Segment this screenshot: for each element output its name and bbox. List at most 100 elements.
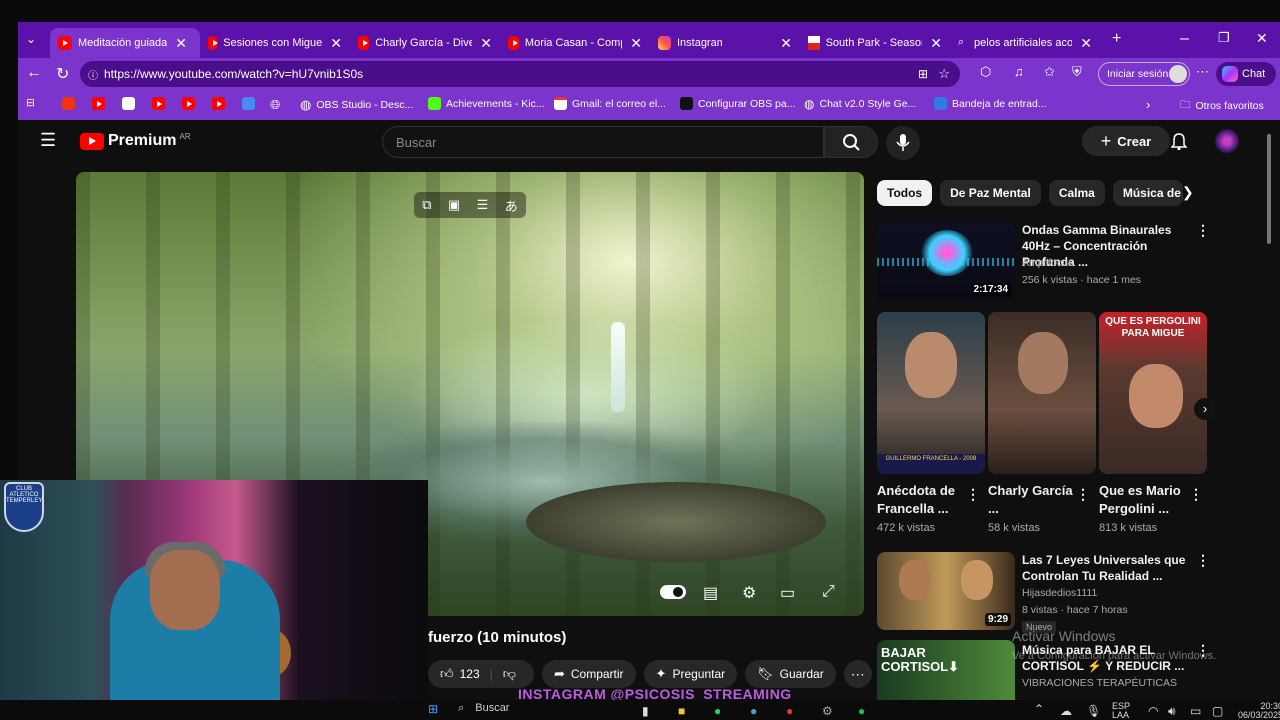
more-vert-icon[interactable]: ⋮ (1196, 552, 1210, 569)
bookmark-google[interactable] (122, 97, 140, 110)
related-channel[interactable]: VIBRACIONES TERAPÉUTICAS (1022, 675, 1177, 691)
settings-icon[interactable]: ⚙ (822, 704, 833, 718)
voice-search-button[interactable] (886, 126, 920, 160)
apps-icon[interactable]: ⊞ (918, 67, 928, 81)
close-icon[interactable]: ✕ (780, 35, 792, 52)
tab-3[interactable]: Moria Casan - Compilado ✕ (500, 28, 650, 58)
related-thumbnail[interactable]: 2:17:34 (877, 222, 1015, 300)
close-window-icon[interactable]: ✕ (1256, 30, 1268, 47)
tab-menu-icon[interactable]: ⌄ (26, 32, 36, 46)
edge-icon[interactable]: ● (750, 704, 757, 718)
bookmark-obs[interactable]: ◍ OBS Studio - Desc... (300, 97, 413, 113)
settings-icon[interactable]: ⚙ (742, 583, 756, 603)
chip-musica[interactable]: Música de r (1112, 180, 1183, 206)
subtitles-icon[interactable]: ▤ (703, 583, 718, 603)
music-icon[interactable]: ♫ (1014, 64, 1024, 79)
related-thumbnail[interactable]: BAJAR CORTISOL⬇ (877, 640, 1015, 700)
extensions-icon[interactable]: ⬡ (980, 64, 991, 80)
close-icon[interactable]: ✕ (930, 35, 942, 52)
related-thumbnail[interactable]: 9:29 (877, 552, 1015, 630)
short-title[interactable]: Que es Mario Pergolini ... (1099, 482, 1191, 518)
site-info-icon[interactable]: ⓘ (88, 67, 98, 82)
related-channel[interactable]: Hijasdedios1111 (1022, 585, 1097, 601)
short-thumbnail[interactable]: GUILLERMO FRANCELLA - 2008 (877, 312, 985, 474)
search-button[interactable] (824, 126, 878, 158)
chevron-right-icon[interactable]: › (1146, 97, 1150, 112)
volume-icon[interactable]: 🔊︎ (1168, 704, 1176, 719)
mic-tray-icon[interactable]: 🎙︎ (1086, 704, 1101, 718)
chat-bubble-icon[interactable]: ▢ (1212, 704, 1223, 718)
autoplay-toggle[interactable] (660, 585, 686, 599)
clock[interactable]: 20:30 06/03/2025 (1238, 702, 1280, 720)
tab-5[interactable]: South Park - Season 13 ✕ (800, 28, 950, 58)
share-button[interactable]: ➦ Compartir (541, 660, 636, 688)
bookmark-youtube[interactable] (212, 97, 230, 110)
shorts-next-button[interactable]: › (1194, 398, 1216, 420)
like-button[interactable]: 👍︎ 123 | 👎︎ (428, 660, 534, 688)
task-view-icon[interactable]: ▮ (642, 704, 649, 718)
menu-icon[interactable]: ☰ (40, 130, 56, 151)
reload-icon[interactable]: ↻ (56, 64, 69, 84)
save-button[interactable]: 🔖︎ Guardar (745, 660, 836, 688)
back-icon[interactable]: ← (26, 64, 42, 82)
close-icon[interactable]: ✕ (630, 35, 642, 52)
more-icon[interactable]: ⋯ (1196, 64, 1209, 80)
whatsapp-icon[interactable]: ● (714, 704, 721, 718)
onedrive-icon[interactable]: ☁ (1060, 704, 1072, 718)
chip-all[interactable]: Todos (877, 180, 933, 206)
bookmark-youtube[interactable] (182, 97, 200, 110)
more-vert-icon[interactable]: ⋮ (1076, 486, 1090, 503)
search-input[interactable]: Buscar (382, 126, 824, 158)
short-thumbnail[interactable] (988, 312, 1096, 474)
thumbs-down-icon[interactable]: 👎︎ (503, 666, 516, 682)
wifi-icon[interactable]: ◠ (1148, 704, 1158, 718)
scrollbar-thumb[interactable] (1267, 134, 1271, 244)
maximize-icon[interactable]: ❐ (1218, 30, 1230, 46)
more-vert-icon[interactable]: ⋮ (1196, 222, 1210, 239)
chip-paz-mental[interactable]: De Paz Mental (940, 180, 1041, 206)
close-icon[interactable]: ✕ (330, 35, 342, 52)
bookmark-youtube[interactable] (152, 97, 170, 110)
tab-1[interactable]: Sesiones con Migue Granados ✕ (200, 28, 350, 58)
other-favorites[interactable]: 🗀︎ Otros favoritos (1180, 97, 1264, 115)
theater-icon[interactable]: ▭ (780, 583, 795, 603)
avatar[interactable] (1215, 129, 1239, 153)
chip-calma[interactable]: Calma (1048, 180, 1105, 206)
taskbar-search[interactable]: ⌕ Buscar (458, 702, 509, 715)
bell-icon[interactable] (1171, 132, 1187, 150)
notes-icon[interactable]: ☰ (477, 197, 489, 213)
chevron-up-icon[interactable]: ⌃ (1034, 702, 1044, 716)
tab-4[interactable]: Instagram ✕ (650, 28, 800, 58)
chat-button[interactable]: Chat (1216, 62, 1276, 86)
chevron-right-icon[interactable]: ❯ (1182, 184, 1194, 201)
tab-2[interactable]: Charly García - Divertido ✕ (350, 28, 500, 58)
close-icon[interactable]: ✕ (1080, 35, 1092, 52)
tab-0[interactable]: Meditación guiada ✕ (50, 28, 200, 58)
new-tab-button[interactable]: + (1112, 30, 1121, 48)
bookmark-kick[interactable]: Achievements - Kic... (428, 97, 545, 110)
bookmark-gmail[interactable]: Gmail: el correo el... (554, 97, 666, 110)
close-icon[interactable]: ✕ (175, 35, 187, 52)
more-actions-button[interactable]: ⋯ (843, 660, 872, 688)
miniplayer-icon[interactable]: ▣ (448, 197, 460, 213)
bookmark-youtube[interactable] (92, 97, 110, 110)
battery-icon[interactable]: ▭ (1190, 704, 1201, 718)
more-vert-icon[interactable]: ⋮ (966, 486, 980, 503)
folder-icon[interactable]: ■ (678, 704, 685, 718)
windows-start-icon[interactable]: ⊞ (428, 702, 438, 716)
bookmark-santander[interactable] (62, 97, 80, 110)
star-icon[interactable]: ☆ (938, 66, 950, 82)
short-title[interactable]: Anécdota de Francella ... (877, 482, 969, 518)
bookmark-tab-icon[interactable]: ⊟ (26, 97, 35, 109)
bookmark-obs-config[interactable]: Configurar OBS pa... (680, 97, 795, 110)
short-thumbnail[interactable]: QUE ES PERGOLINI PARA MIGUE (1099, 312, 1207, 474)
bookmark-docs[interactable] (242, 97, 260, 110)
obs-icon[interactable]: ● (786, 704, 793, 718)
favorites-icon[interactable]: ✩ (1044, 64, 1055, 80)
tab-6[interactable]: ⌕ pelos artificiales acolchados ✕ (950, 28, 1100, 58)
bookmark-inbox[interactable]: Bandeja de entrad... (934, 97, 1047, 110)
shield-icon[interactable]: ⛨ (1072, 64, 1082, 80)
related-channel[interactable]: Amplifocus (1022, 255, 1073, 271)
bookmark-chat[interactable]: ◍ Chat v2.0 Style Ge... (804, 97, 916, 111)
create-button[interactable]: + Crear (1082, 126, 1170, 156)
